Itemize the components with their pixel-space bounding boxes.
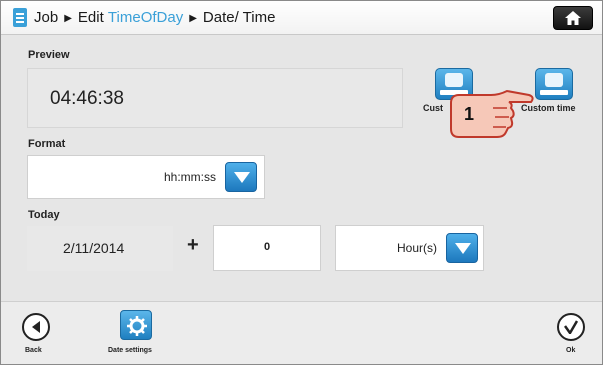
- breadcrumb-item-job[interactable]: Job: [34, 9, 58, 26]
- unit-dropdown-button[interactable]: [446, 233, 478, 263]
- date-display: 2/11/2014: [27, 226, 173, 271]
- clock-icon: [545, 73, 563, 87]
- gear-icon: [127, 316, 147, 336]
- document-icon: [13, 8, 27, 27]
- screen: Job ▶ Edit TimeOfDay ▶ Date/ Time Preview 04…: [0, 0, 603, 365]
- today-label: Today: [28, 209, 60, 221]
- format-value: hh:mm:ss: [163, 170, 216, 184]
- home-icon: [565, 11, 581, 25]
- chevron-down-icon: [234, 172, 250, 183]
- footer-bar: [1, 301, 602, 364]
- format-label: Format: [28, 138, 66, 150]
- breadcrumb-separator-icon: ▶: [189, 13, 197, 24]
- format-select[interactable]: hh:mm:ss: [27, 155, 265, 199]
- breadcrumb: Job ▶ Edit TimeOfDay ▶ Date/ Time: [34, 9, 275, 26]
- date-value: 2/11/2014: [63, 240, 125, 256]
- offset-value: 0: [263, 241, 271, 253]
- callout-number: 1: [464, 104, 475, 124]
- plus-sign: +: [187, 234, 199, 256]
- custom-format-icon: [445, 73, 463, 87]
- chevron-down-icon: [455, 243, 471, 254]
- custom-time-button[interactable]: [535, 68, 573, 100]
- preview-value: 04:46:38: [50, 88, 124, 109]
- home-button[interactable]: [553, 6, 593, 30]
- date-settings-button[interactable]: [120, 310, 152, 340]
- custom-format-label: Cust: [423, 103, 443, 113]
- breadcrumb-separator-icon: ▶: [64, 13, 72, 24]
- header-bar: Job ▶ Edit TimeOfDay ▶ Date/ Time: [1, 1, 602, 35]
- back-label: Back: [25, 347, 42, 354]
- format-dropdown-button[interactable]: [225, 162, 257, 192]
- ok-label: Ok: [566, 347, 576, 354]
- checkmark-icon: [564, 320, 578, 334]
- breadcrumb-item-date-time: Date/ Time: [202, 9, 276, 26]
- unit-select[interactable]: Hour(s): [335, 225, 484, 271]
- unit-value: Hour(s): [396, 241, 437, 255]
- preview-label: Preview: [28, 49, 70, 61]
- breadcrumb-item-edit[interactable]: Edit: [78, 9, 104, 26]
- offset-input[interactable]: 0: [213, 225, 321, 271]
- ok-button[interactable]: [557, 313, 585, 341]
- back-arrow-icon: [32, 321, 40, 333]
- pointing-hand-icon: [450, 89, 534, 138]
- breadcrumb-item-timeofday[interactable]: TimeOfDay: [108, 9, 183, 26]
- back-button[interactable]: [22, 313, 50, 341]
- preview-box: 04:46:38: [27, 68, 403, 128]
- date-settings-label: Date settings: [108, 347, 152, 354]
